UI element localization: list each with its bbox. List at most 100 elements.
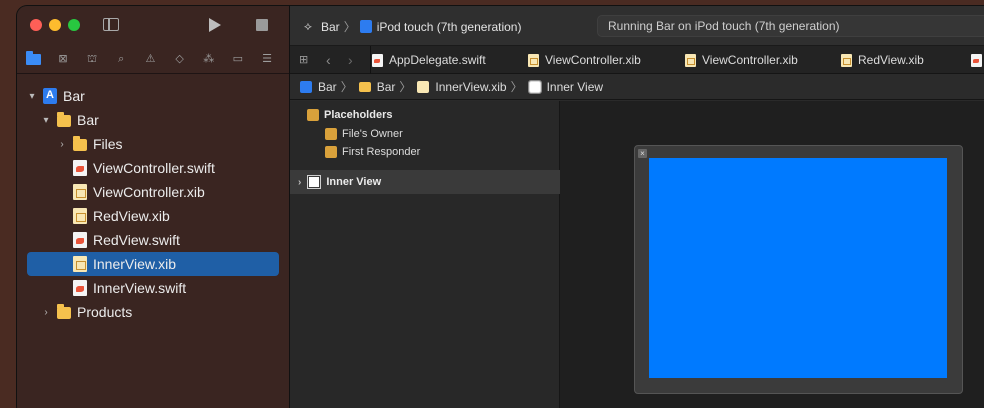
interface-builder-canvas[interactable]: × [560,101,984,408]
run-button[interactable] [209,18,221,32]
debug-navigator-icon[interactable]: ⁂ [201,53,215,67]
tab-label: AppDelegate.swift [389,53,486,67]
swift-file-icon [73,280,87,296]
navigator-sidebar: ⊠ ⛫ ⌕ ⚠ ◇ ⁂ ▭ ☰ ▾ Bar ▾ Bar › Files [17,6,289,408]
scheme-name: Bar [321,19,340,34]
outline-item-label: First Responder [342,146,421,158]
stop-button[interactable] [256,19,268,31]
view-icon [307,175,322,189]
tree-item-file[interactable]: ViewController.swift [27,156,279,180]
inner-view-frame[interactable]: × [634,145,963,394]
chevron-down-icon[interactable]: ▾ [27,91,37,102]
jumpbar-group[interactable]: Bar [377,80,396,94]
scheme-icon [304,19,317,34]
chevron-down-icon[interactable]: ▾ [41,115,51,126]
tree-item-file[interactable]: RedView.xib [27,204,279,228]
chevron-right-icon: 〉 [340,80,353,94]
outline-item-label: File's Owner [342,128,403,140]
editor-area: Bar 〉 iPod touch (7th generation) Runnin… [289,6,984,408]
xib-file-icon [685,53,696,67]
related-items-grid-icon[interactable]: ⊞ [299,54,311,66]
tree-item-label: InnerView.xib [93,256,177,272]
zoom-window-button[interactable] [68,19,80,31]
folder-icon [57,112,71,127]
tab-label: ViewController.xib [702,53,798,67]
placeholders-heading: Placeholders [307,109,392,121]
jumpbar-project[interactable]: Bar [318,80,337,94]
close-window-button[interactable] [30,19,42,31]
tab-redview-xib[interactable]: RedView.xib [841,46,924,74]
first-responder-item[interactable]: First Responder [325,146,420,158]
tree-item-group[interactable]: ▾ Bar [27,108,279,132]
swift-file-icon [73,232,87,248]
folder-icon [57,304,71,319]
files-owner-item[interactable]: File's Owner [325,128,403,140]
minimize-window-button[interactable] [49,19,61,31]
xib-file-icon [528,53,539,67]
tab-divider [370,46,371,74]
destination-name: iPod touch (7th generation) [376,19,522,34]
xib-file-icon [73,184,87,200]
tree-item-products-folder[interactable]: › Products [27,300,279,324]
tree-item-label: ViewController.swift [93,160,215,176]
tree-item-label: ViewController.xib [93,184,205,200]
device-icon [359,20,372,33]
tree-item-label: InnerView.swift [93,280,187,296]
tab-appdelegate[interactable]: AppDelegate.swift [372,46,486,74]
chevron-right-icon[interactable]: › [57,139,67,150]
issue-navigator-icon[interactable]: ⚠ [143,53,157,67]
scheme-selector[interactable]: Bar 〉 iPod touch (7th generation) [304,18,521,35]
activity-view: Running Bar on iPod touch (7th generatio… [597,15,984,37]
tree-item-file[interactable]: ViewController.xib [27,180,279,204]
window-toolbar: Bar 〉 iPod touch (7th generation) Runnin… [290,6,984,46]
project-icon [43,88,57,104]
tree-item-files-folder[interactable]: › Files [27,132,279,156]
project-navigator-icon[interactable] [26,51,41,67]
tab-label: ViewController.xib [545,53,641,67]
symbol-navigator-icon[interactable]: ⛫ [85,53,99,67]
breakpoint-navigator-icon[interactable]: ▭ [231,53,245,67]
window-toolbar-left [17,6,289,46]
forward-chevron-icon[interactable]: › [348,52,353,68]
folder-icon [73,136,87,151]
jumpbar-file[interactable]: InnerView.xib [435,80,506,94]
placeholders-label: Placeholders [324,109,393,121]
jump-bar: Bar 〉 Bar 〉 InnerView.xib 〉 Inner View [290,74,984,100]
first-responder-cube-icon [325,146,337,158]
tab-overflow[interactable] [971,46,984,74]
xib-file-icon [841,53,852,67]
source-control-navigator-icon[interactable]: ⊠ [56,53,70,67]
swift-file-icon [971,53,982,67]
back-chevron-icon[interactable]: ‹ [326,52,331,68]
tree-item-file-selected[interactable]: InnerView.xib [27,252,279,276]
folder-icon [358,81,371,92]
close-icon[interactable]: × [638,149,647,158]
navigator-selector-bar: ⊠ ⛫ ⌕ ⚠ ◇ ⁂ ▭ ☰ [17,46,289,74]
placeholder-cube-icon [307,109,319,121]
xcode-window: ⊠ ⛫ ⌕ ⚠ ◇ ⁂ ▭ ☰ ▾ Bar ▾ Bar › Files [17,6,984,408]
chevron-right-icon[interactable]: › [298,177,301,188]
tree-item-label: Bar [63,88,85,104]
project-icon [300,80,312,93]
tab-viewcontroller-xib-2[interactable]: ViewController.xib [685,46,798,74]
find-navigator-icon[interactable]: ⌕ [114,53,128,67]
jumpbar-object[interactable]: Inner View [547,80,603,94]
sidebar-toggle-icon[interactable] [103,18,119,31]
editor-tab-bar: ⊞ ‹ › AppDelegate.swift ViewController.x… [290,46,984,74]
tree-item-label: RedView.swift [93,232,180,248]
tree-item-label: Files [93,136,123,152]
inner-view-row[interactable]: › Inner View [290,170,560,194]
report-navigator-icon[interactable]: ☰ [260,53,274,67]
tab-viewcontroller-xib[interactable]: ViewController.xib [528,46,641,74]
swift-file-icon [73,160,87,176]
chevron-right-icon[interactable]: › [41,307,51,318]
tree-item-label: Bar [77,112,99,128]
tree-item-project[interactable]: ▾ Bar [27,84,279,108]
tab-label: RedView.xib [858,53,924,67]
swift-file-icon [372,53,383,67]
test-navigator-icon[interactable]: ◇ [172,53,186,67]
tree-item-file[interactable]: InnerView.swift [27,276,279,300]
xib-file-icon [73,208,87,224]
inner-view-content[interactable] [649,158,947,378]
tree-item-file[interactable]: RedView.swift [27,228,279,252]
